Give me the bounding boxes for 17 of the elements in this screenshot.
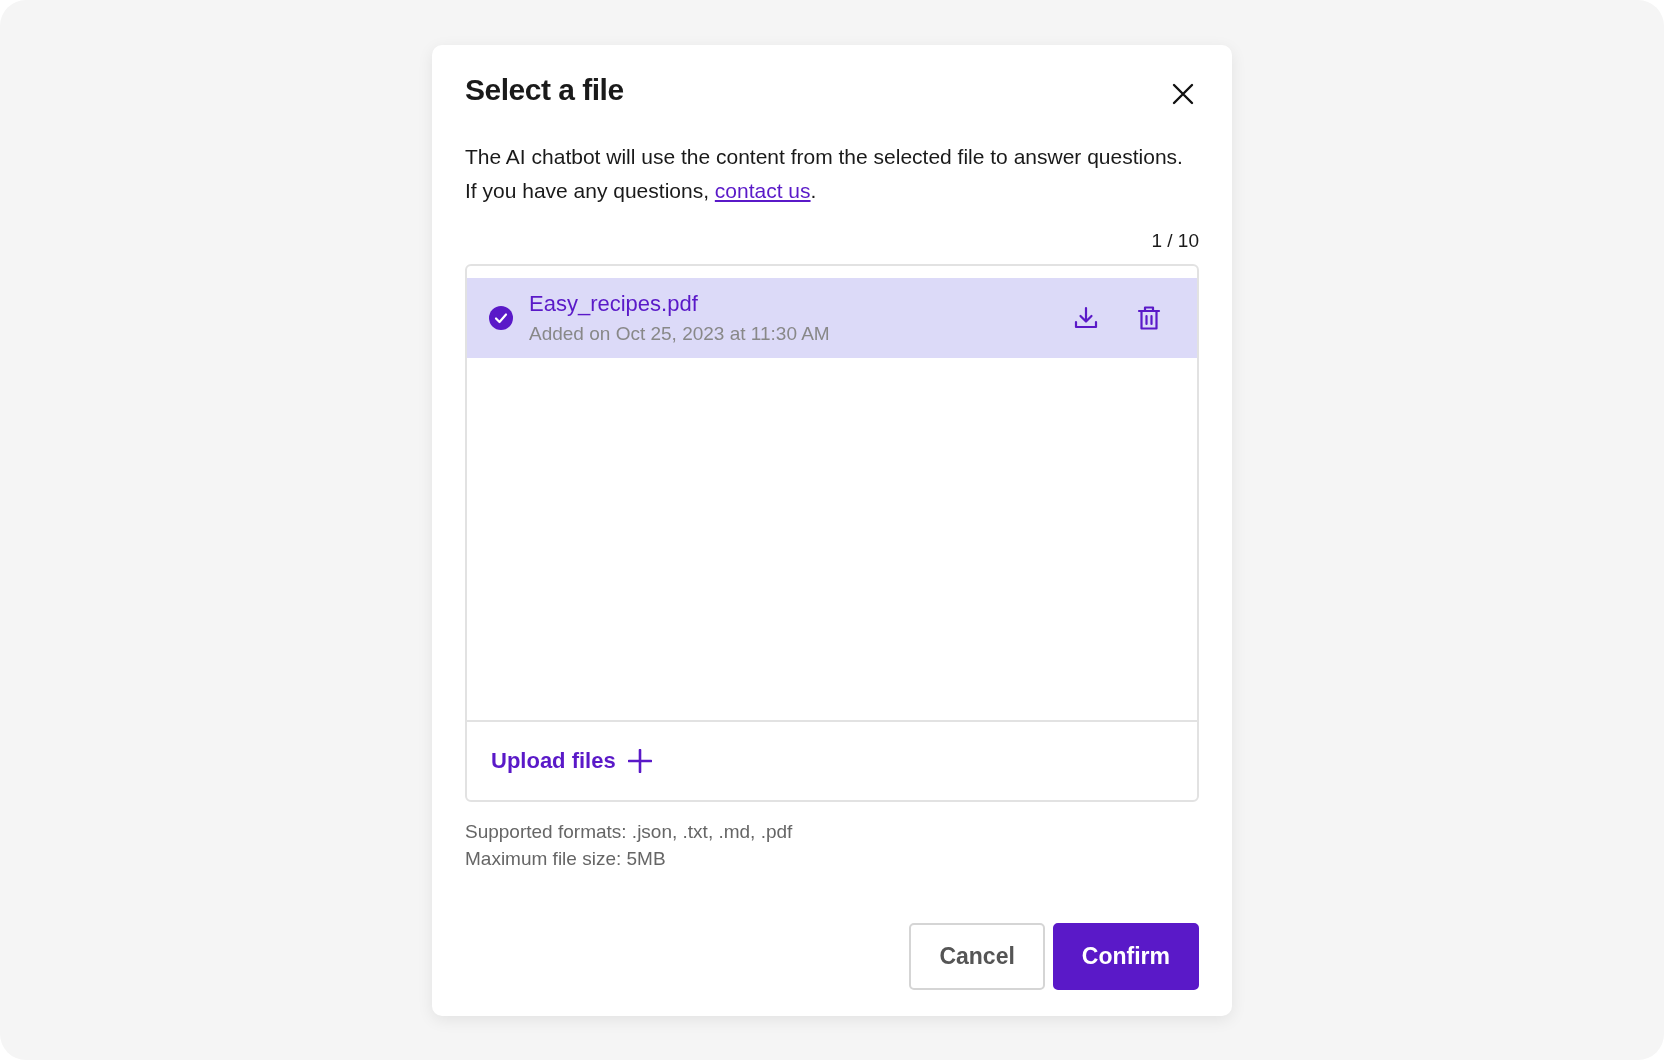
plus-icon [627, 749, 652, 773]
upload-button[interactable]: Upload files [491, 748, 652, 774]
cancel-button[interactable]: Cancel [909, 923, 1045, 990]
hint-text: Supported formats: .json, .txt, .md, .pdf [465, 820, 794, 844]
file-counter: 1 / 10 [1151, 230, 1199, 252]
download-icon[interactable] [1073, 305, 1099, 331]
description: The AI chatbot will use the content from the selected file to answer questions. If you have any questions, contact us. [465, 144, 1184, 204]
dialog-title: Select a file [465, 73, 624, 107]
contact-link[interactable]: contact us [714, 179, 811, 202]
file-name: Easy_recipes.pdf [529, 291, 699, 317]
hint-text: Maximum file size: 5MB [465, 847, 667, 871]
check-icon [489, 306, 513, 330]
file-row[interactable]: Easy_recipes.pdf Added on Oct 25, 2023 at 11:30 AM [467, 278, 1197, 358]
trash-icon[interactable] [1137, 305, 1161, 331]
file-date: Added on Oct 25, 2023 at 11:30 AM [529, 323, 831, 345]
close-icon[interactable] [1171, 82, 1195, 106]
confirm-button[interactable]: Confirm [1052, 923, 1199, 990]
